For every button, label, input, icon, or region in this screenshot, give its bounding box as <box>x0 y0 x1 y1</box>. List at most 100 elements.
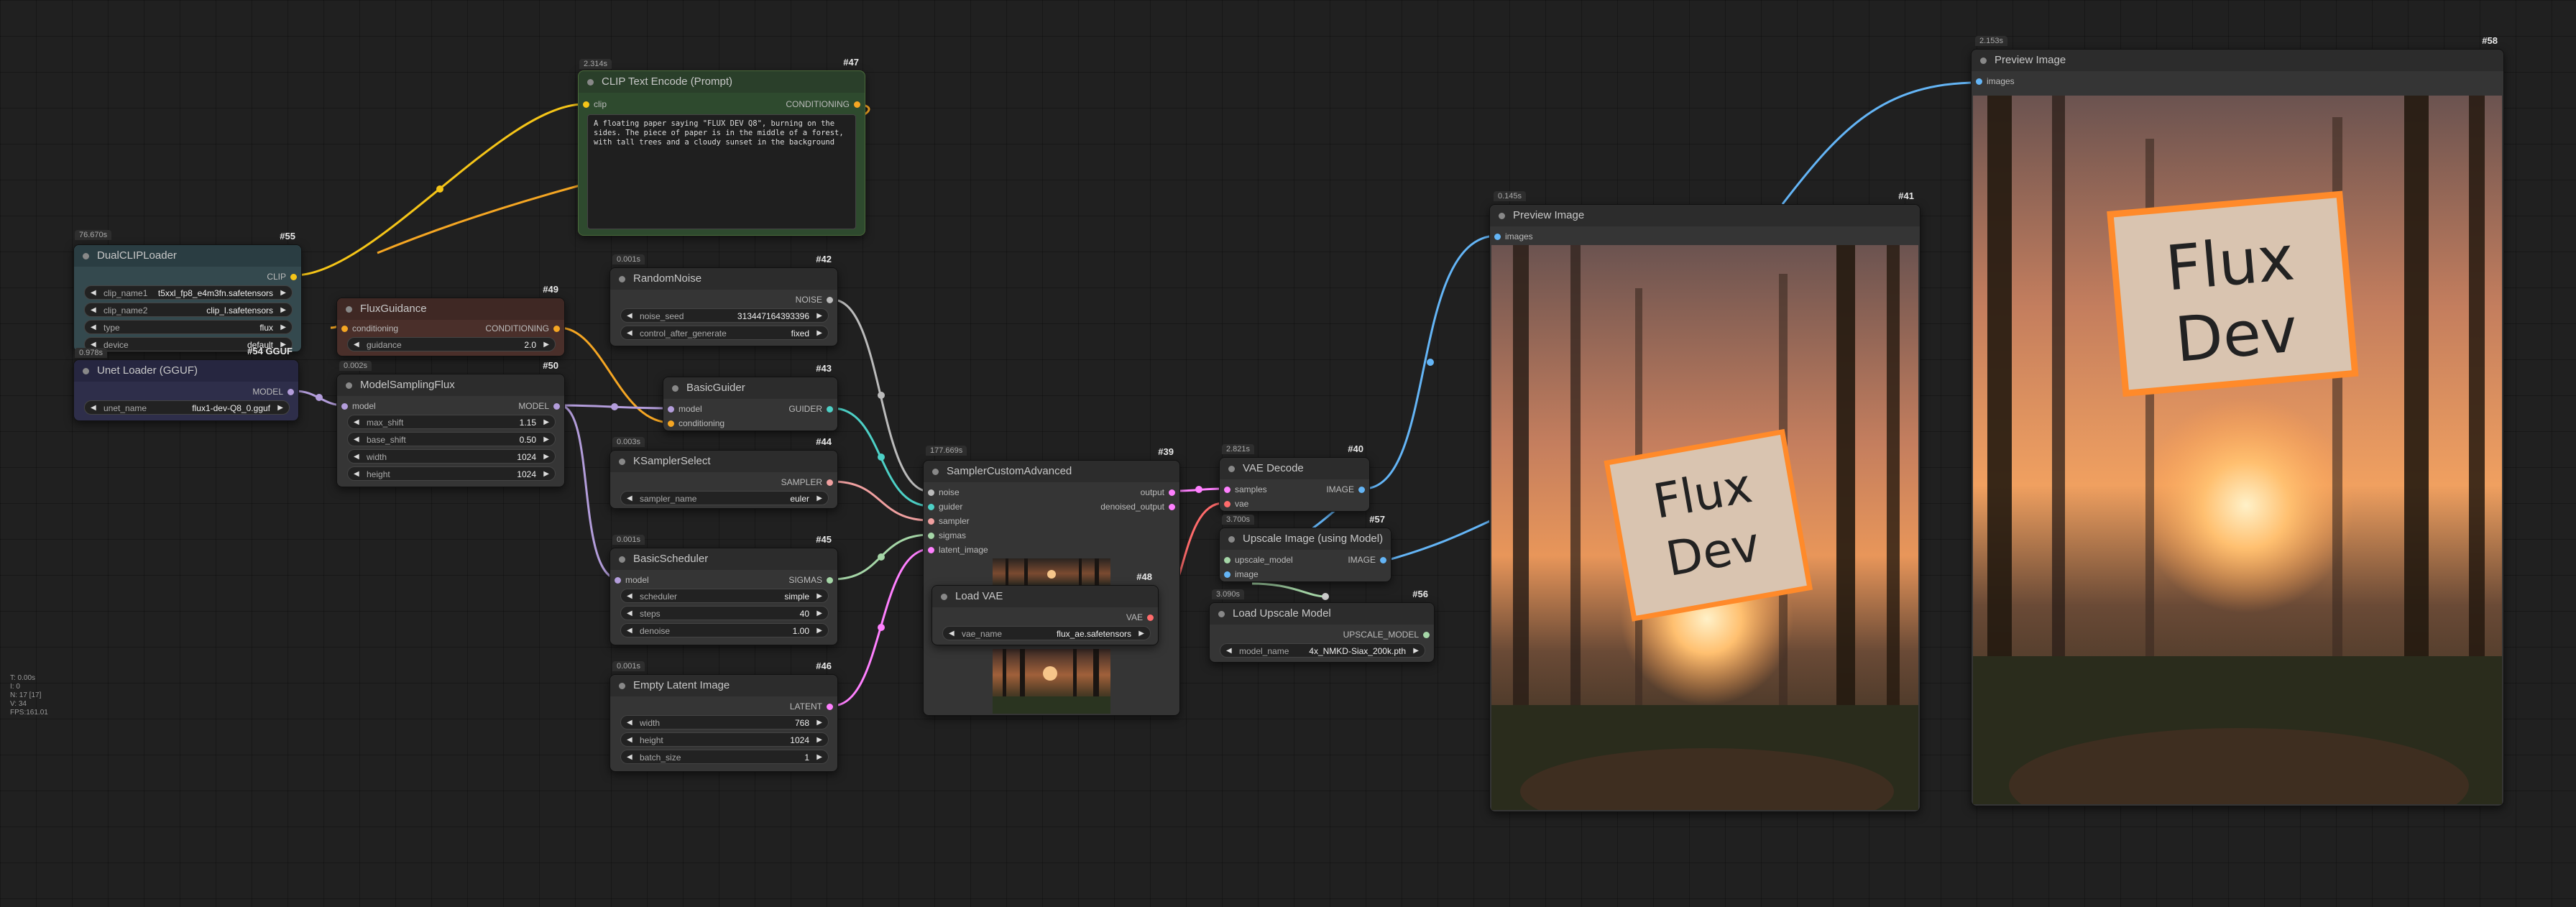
socket-pin-icon[interactable] <box>1976 78 1982 86</box>
widget-clip-name2[interactable]: ◀ clip_name2 clip_l.safetensors ▶ <box>84 303 293 317</box>
node-ksampler-select[interactable]: KSamplerSelect #44 SAMPLER ◀ sampler_name… <box>610 436 838 509</box>
node-unet-loader-gguf[interactable]: Unet Loader (GGUF) #54 GGUF MODEL ◀ unet_… <box>73 346 299 421</box>
widget-noise-seed[interactable]: ◀ noise_seed 313447164393396 ▶ <box>620 308 829 323</box>
input-vae[interactable]: vae <box>1220 497 1299 511</box>
node-clip-text-encode[interactable]: CLIP Text Encode (Prompt) #47 clip CONDI… <box>578 57 865 236</box>
socket-pin-icon[interactable] <box>1358 487 1365 494</box>
output-conditioning[interactable]: CONDITIONING <box>735 97 865 111</box>
input-model[interactable]: model <box>610 573 696 587</box>
output-image[interactable]: IMAGE <box>1319 553 1391 567</box>
socket-pin-icon[interactable] <box>827 479 833 487</box>
collapse-dot-icon[interactable] <box>619 683 625 689</box>
collapse-dot-icon[interactable] <box>83 368 89 374</box>
input-latent-image[interactable]: latent_image <box>924 543 1031 557</box>
widget-height[interactable]: ◀ height 1024 ▶ <box>347 466 556 481</box>
widget-scheduler[interactable]: ◀ scheduler simple ▶ <box>620 589 829 603</box>
node-dualcliploader[interactable]: DualCLIPLoader #55 CLIP ◀ clip_name1 t5xxl… <box>73 231 302 352</box>
collapse-dot-icon[interactable] <box>587 79 594 86</box>
collapse-dot-icon[interactable] <box>1499 213 1505 219</box>
input-images[interactable]: images <box>1490 229 1576 244</box>
socket-pin-icon[interactable] <box>928 533 934 540</box>
socket-pin-icon[interactable] <box>553 403 560 410</box>
output-denoised-output[interactable]: denoised_output <box>1057 499 1179 514</box>
node-load-upscale-model[interactable]: Load Upscale Model #56 UPSCALE_MODEL ◀ mo… <box>1209 589 1435 663</box>
output-upscale-model[interactable]: UPSCALE_MODEL <box>1305 627 1434 642</box>
collapse-dot-icon[interactable] <box>1228 536 1235 543</box>
prompt-textarea[interactable]: A floating paper saying "FLUX DEV Q8", b… <box>587 114 856 229</box>
socket-pin-icon[interactable] <box>827 297 833 304</box>
widget-vae-name[interactable]: ◀ vae_name flux_ae.safetensors ▶ <box>942 626 1151 640</box>
output-vae[interactable]: VAE <box>1072 610 1158 625</box>
node-upscale-image-using-model[interactable]: Upscale Image (using Model) #57 upscale_… <box>1219 514 1392 582</box>
collapse-dot-icon[interactable] <box>1980 57 1987 64</box>
socket-pin-icon[interactable] <box>553 326 560 333</box>
node-basic-scheduler[interactable]: BasicScheduler #45 model SIGMAS ◀ schedul… <box>610 534 838 645</box>
widget-sampler-name[interactable]: ◀ sampler_name euler ▶ <box>620 491 829 505</box>
output-sampler[interactable]: SAMPLER <box>730 475 837 489</box>
socket-pin-icon[interactable] <box>341 403 348 410</box>
preview-image[interactable]: Flux Dev <box>1973 96 2502 804</box>
output-sigmas[interactable]: SIGMAS <box>730 573 837 587</box>
socket-pin-icon[interactable] <box>1380 557 1386 564</box>
input-clip[interactable]: clip <box>579 97 686 111</box>
output-conditioning[interactable]: CONDITIONING <box>435 321 564 336</box>
output-clip[interactable]: CLIP <box>215 270 301 284</box>
widget-batch-size[interactable]: ◀ batch_size 1 ▶ <box>620 750 829 764</box>
socket-pin-icon[interactable] <box>1423 632 1430 639</box>
node-empty-latent-image[interactable]: Empty Latent Image #46 LATENT ◀ width 768 ▶… <box>610 660 838 772</box>
collapse-dot-icon[interactable] <box>1218 611 1225 617</box>
node-model-sampling-flux[interactable]: ModelSamplingFlux #50 model MODEL ◀ max_s… <box>336 360 565 487</box>
input-upscale-model[interactable]: upscale_model <box>1220 553 1313 567</box>
widget-width[interactable]: ◀ width 1024 ▶ <box>347 449 556 464</box>
input-sampler[interactable]: sampler <box>924 514 1031 528</box>
widget-denoise[interactable]: ◀ denoise 1.00 ▶ <box>620 623 829 637</box>
node-load-vae[interactable]: Load VAE #48 VAE ◀ vae_name flux_ae.safete… <box>932 571 1159 645</box>
collapse-dot-icon[interactable] <box>83 253 89 259</box>
widget-guidance[interactable]: ◀ guidance 2.0 ▶ <box>347 337 556 351</box>
node-random-noise[interactable]: RandomNoise #42 NOISE ◀ noise_seed 3134471… <box>610 254 838 346</box>
socket-pin-icon[interactable] <box>341 326 348 333</box>
input-model[interactable]: model <box>337 399 445 413</box>
socket-pin-icon[interactable] <box>1224 571 1230 579</box>
socket-pin-icon[interactable] <box>1169 504 1175 511</box>
input-guider[interactable]: guider <box>924 499 1031 514</box>
socket-pin-icon[interactable] <box>928 489 934 497</box>
collapse-dot-icon[interactable] <box>619 276 625 282</box>
socket-pin-icon[interactable] <box>827 577 833 584</box>
socket-pin-icon[interactable] <box>928 504 934 511</box>
collapse-dot-icon[interactable] <box>932 469 939 475</box>
output-model[interactable]: MODEL <box>212 385 298 399</box>
input-images[interactable]: images <box>1972 74 2058 88</box>
socket-pin-icon[interactable] <box>1224 557 1230 564</box>
socket-pin-icon[interactable] <box>288 389 294 396</box>
preview-image[interactable]: Flux Dev <box>1491 245 1918 810</box>
input-samples[interactable]: samples <box>1220 482 1299 497</box>
node-preview-image-58[interactable]: Preview Image #58 images Flux Dev <box>1971 35 2504 806</box>
output-model[interactable]: MODEL <box>456 399 564 413</box>
socket-pin-icon[interactable] <box>1494 234 1501 241</box>
output-output[interactable]: output <box>1072 485 1179 499</box>
input-conditioning[interactable]: conditioning <box>663 416 764 431</box>
socket-pin-icon[interactable] <box>615 577 621 584</box>
input-model[interactable]: model <box>663 402 750 416</box>
collapse-dot-icon[interactable] <box>346 306 352 313</box>
input-image[interactable]: image <box>1220 567 1299 581</box>
socket-pin-icon[interactable] <box>854 101 860 109</box>
collapse-dot-icon[interactable] <box>941 594 947 600</box>
widget-control-after-generate[interactable]: ◀ control_after_generate fixed ▶ <box>620 326 829 340</box>
widget-steps[interactable]: ◀ steps 40 ▶ <box>620 606 829 620</box>
widget-base-shift[interactable]: ◀ base_shift 0.50 ▶ <box>347 432 556 446</box>
input-sigmas[interactable]: sigmas <box>924 528 1031 543</box>
widget-clip-name1[interactable]: ◀ clip_name1 t5xxl_fp8_e4m3fn.safetensors ▶ <box>84 285 293 300</box>
node-vae-decode[interactable]: VAE Decode #40 samples vae IMAGE <box>1219 443 1370 512</box>
socket-pin-icon[interactable] <box>290 274 297 281</box>
socket-pin-icon[interactable] <box>827 704 833 711</box>
socket-pin-icon[interactable] <box>668 406 674 413</box>
output-latent[interactable]: LATENT <box>730 699 837 714</box>
socket-pin-icon[interactable] <box>668 420 674 428</box>
node-preview-image-41[interactable]: Preview Image #41 images Flux Dev <box>1489 190 1920 812</box>
socket-pin-icon[interactable] <box>583 101 589 109</box>
collapse-dot-icon[interactable] <box>346 382 352 389</box>
node-basic-guider[interactable]: BasicGuider #43 model conditioning GUIDE… <box>663 363 838 431</box>
input-noise[interactable]: noise <box>924 485 1031 499</box>
